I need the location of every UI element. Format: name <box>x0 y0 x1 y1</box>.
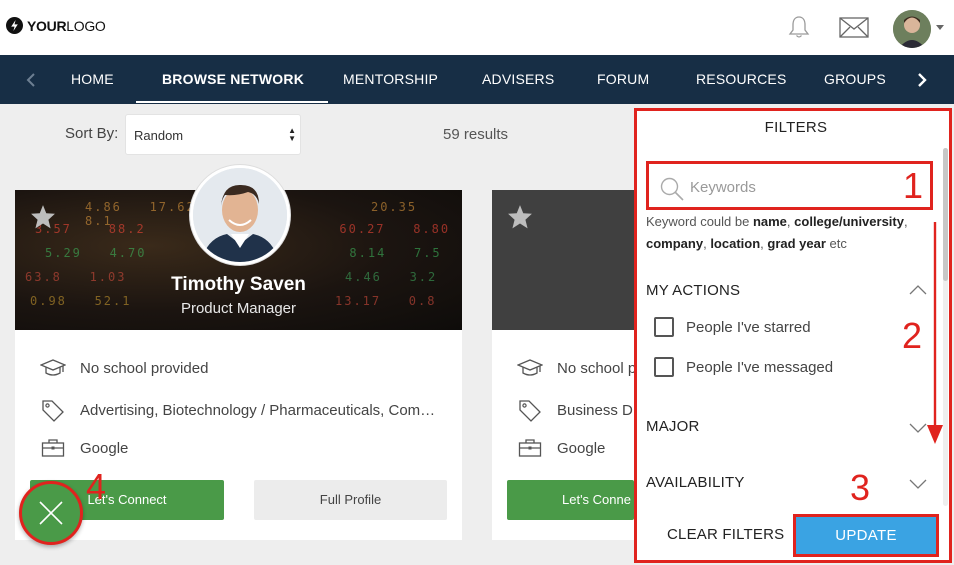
nav-next-chevron-icon[interactable] <box>917 55 927 104</box>
filter-option-starred[interactable]: People I've starred <box>654 317 811 337</box>
top-bar: YOURLOGO <box>0 0 954 55</box>
option-label: People I've messaged <box>686 358 834 376</box>
option-label: People I've starred <box>686 318 811 336</box>
keyword-help-text: Keyword could be name, college/universit… <box>646 214 908 251</box>
logo-text: YOURLOGO <box>27 17 106 34</box>
graduation-cap-icon <box>40 358 66 378</box>
industry-row: Business D <box>517 398 633 422</box>
tag-icon <box>40 398 66 422</box>
user-avatar[interactable] <box>893 10 931 48</box>
section-availability[interactable]: AVAILABILITY <box>646 474 745 491</box>
notifications-bell-icon[interactable] <box>786 14 812 45</box>
nav-resources[interactable]: RESOURCES <box>696 55 786 104</box>
briefcase-icon <box>517 438 543 458</box>
chevron-down-icon[interactable] <box>909 477 927 495</box>
clear-filters-button[interactable]: CLEAR FILTERS <box>667 526 784 543</box>
annotation-number: 3 <box>850 467 871 508</box>
keyword-placeholder: Keywords <box>690 179 756 196</box>
graduation-cap-icon <box>517 358 543 378</box>
full-profile-button[interactable]: Full Profile <box>254 480 447 520</box>
star-icon[interactable] <box>507 204 533 234</box>
company-text: Google <box>557 439 606 457</box>
logo[interactable]: YOURLOGO <box>6 17 106 34</box>
annotation-number: 1 <box>903 165 924 206</box>
sort-select[interactable]: Random ▲ ▼ <box>125 114 301 155</box>
logo-bolt-icon <box>6 17 23 34</box>
nav-browse-network[interactable]: BROWSE NETWORK <box>135 55 329 104</box>
profile-title: Product Manager <box>180 300 297 317</box>
industry-text: Business D <box>557 401 633 419</box>
checkbox[interactable] <box>654 317 674 337</box>
school-row: No school p <box>517 358 636 378</box>
school-row: No school provided <box>40 358 208 378</box>
search-icon <box>659 176 685 207</box>
select-arrows-icon: ▲ ▼ <box>288 126 296 143</box>
sort-select-value: Random <box>134 128 184 143</box>
company-text: Google <box>80 439 129 457</box>
annotation-number: 4 <box>86 466 107 507</box>
nav-advisers[interactable]: ADVISERS <box>482 55 554 104</box>
sort-label: Sort By: <box>65 125 119 142</box>
account-dropdown-caret-icon[interactable] <box>936 25 944 30</box>
school-text: No school p <box>557 359 637 377</box>
school-text: No school provided <box>80 359 209 377</box>
checkbox[interactable] <box>654 357 674 377</box>
filter-option-messaged[interactable]: People I've messaged <box>654 357 833 377</box>
card-banner <box>492 190 642 330</box>
update-button[interactable]: UPDATE <box>793 514 939 557</box>
star-icon[interactable] <box>30 204 56 234</box>
nav-groups[interactable]: GROUPS <box>824 55 886 104</box>
close-icon <box>39 501 63 525</box>
industry-row: Advertising, Biotechnology / Pharmaceuti… <box>40 398 435 422</box>
filters-title: FILTERS <box>764 119 828 136</box>
profile-name[interactable]: Timothy Saven <box>15 274 462 296</box>
tag-icon <box>517 398 543 422</box>
annotation-number: 2 <box>902 315 923 356</box>
keyword-search-input[interactable]: Keywords <box>646 161 933 210</box>
nav-prev-chevron-icon[interactable] <box>26 55 36 104</box>
company-row: Google <box>40 438 128 458</box>
nav-home[interactable]: HOME <box>71 55 114 104</box>
section-major[interactable]: MAJOR <box>646 418 700 435</box>
briefcase-icon <box>40 438 66 458</box>
scroll-down-arrow-icon <box>927 222 943 444</box>
profile-photo[interactable] <box>190 165 290 265</box>
results-count: 59 results <box>443 126 509 143</box>
main-nav: HOME BROWSE NETWORK MENTORSHIP ADVISERS … <box>0 55 954 104</box>
close-filters-fab[interactable] <box>19 481 83 545</box>
nav-forum[interactable]: FORUM <box>597 55 649 104</box>
industry-text: Advertising, Biotechnology / Pharmaceuti… <box>80 401 436 419</box>
messages-envelope-icon[interactable] <box>839 17 869 44</box>
section-my-actions[interactable]: MY ACTIONS <box>646 282 740 299</box>
company-row: Google <box>517 438 605 458</box>
nav-mentorship[interactable]: MENTORSHIP <box>343 55 438 104</box>
lets-connect-button[interactable]: Let's Conne <box>507 480 634 520</box>
